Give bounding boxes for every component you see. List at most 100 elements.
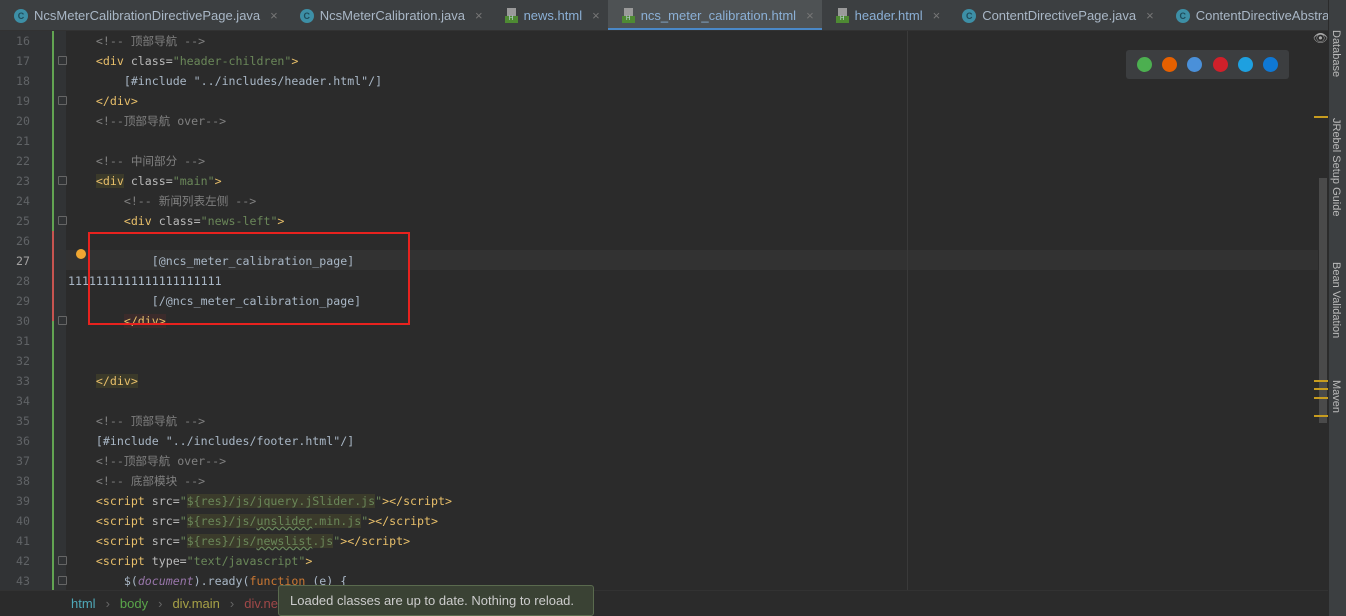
fold-marker-icon[interactable] [58,556,67,565]
code-token: .min.js [312,514,362,528]
tab-contentdirectivepage-java[interactable]: C ContentDirectivePage.java × [948,0,1162,30]
close-icon[interactable]: × [592,8,600,23]
tab-ncsmetercalibrationdirectivepage-java[interactable]: C NcsMeterCalibrationDirectivePage.java × [0,0,286,30]
tab-contentdirectiveabstract-java[interactable]: CContentDirectiveAbstract.java× [1162,0,1328,30]
code-token: <div [95,174,124,188]
tab-news-html[interactable]: news.html × [491,0,608,30]
close-icon[interactable]: × [933,8,941,23]
fold-marker-icon[interactable] [58,576,67,585]
tab-label: ContentDirectiveAbstract.java [1195,8,1328,23]
code-token: <!-- 顶部导航 --> [95,414,206,428]
eye-icon[interactable]: 👁 [1313,31,1328,45]
html-file-icon [621,8,635,23]
tab-label: header.html [854,8,923,23]
code-token: <!-- 中间部分 --> [95,154,206,168]
code-line: <script src="${res}/js/unslider.min.js">… [68,511,438,531]
right-tool-window-bar: Database JRebel Setup Guide Bean Validatio… [1328,0,1346,616]
breadcrumb-item[interactable]: div.main [172,596,219,611]
notification-text: Loaded classes are up to date. Nothing t… [290,593,575,608]
code-token: src= [151,514,180,528]
edge-icon[interactable] [1262,57,1278,72]
line-number: 34 [16,394,30,408]
code-token: class= [130,54,173,68]
tab-header-html[interactable]: header.html × [822,0,949,30]
line-number: 24 [16,194,30,208]
tool-window-maven[interactable]: Maven [1330,380,1342,413]
line-number: 26 [16,234,30,248]
opera-icon[interactable] [1212,57,1228,72]
code-token: <!--顶部导航 over--> [95,114,227,128]
code-token: "header-children" [172,54,292,68]
notification-toast[interactable]: Loaded classes are up to date. Nothing t… [278,585,594,616]
code-token: > [277,214,285,228]
tool-window-bean-validation[interactable]: Bean Validation [1330,262,1342,338]
close-icon[interactable]: × [475,8,483,23]
code-token: [#include "../includes/footer.html"/] [95,434,355,448]
breadcrumb-item[interactable]: html [71,596,96,611]
firefox-icon[interactable] [1162,57,1178,72]
line-number: 39 [16,494,30,508]
close-icon[interactable]: × [1146,8,1154,23]
warning-marker[interactable] [1314,116,1328,118]
line-number-gutter: 16 17 18 19 20 21 22 23 24 25 26 27 28 29 30 31 32 33 34 35… [0,31,66,590]
code-token: > [291,54,299,68]
code-token: src= [151,534,180,548]
code-token: ${res}/js/ [186,514,257,528]
tool-window-jrebel-setup-guide[interactable]: JRebel Setup Guide [1330,118,1342,216]
fold-marker-icon[interactable] [58,56,67,65]
code-token: ></script> [382,494,452,508]
code-token: </div> [95,94,138,108]
chevron-right-icon: › [158,596,163,611]
code-token: ${res}/js/jquery.jSlider.js [186,494,376,508]
lightbulb-icon[interactable] [76,249,86,259]
java-class-icon: C [299,8,314,23]
chrome-icon[interactable] [1137,57,1153,72]
breadcrumb-item[interactable]: div.ne [244,596,278,611]
tool-window-database[interactable]: Database [1330,30,1342,77]
tab-ncsmetercalibration-java[interactable]: C NcsMeterCalibration.java × [286,0,491,30]
line-number: 20 [16,114,30,128]
code-token: document [137,574,194,588]
line-number: 32 [16,354,30,368]
vertical-scrollbar[interactable] [1319,178,1327,423]
warning-marker[interactable] [1314,415,1328,417]
browser-preview-popup [1126,50,1289,79]
warning-marker[interactable] [1314,397,1328,399]
editor-tab-bar: C NcsMeterCalibrationDirectivePage.java × C… [0,0,1328,31]
code-line: <!-- 顶部导航 --> [68,411,205,431]
fold-marker-icon[interactable] [58,176,67,185]
warning-marker[interactable] [1314,388,1328,390]
fold-marker-icon[interactable] [58,216,67,225]
line-number: 23 [16,174,30,188]
line-number: 16 [16,34,30,48]
close-icon[interactable]: × [806,8,814,23]
code-token: type= [151,554,187,568]
code-token: <!-- 底部模块 --> [95,474,206,488]
java-class-icon: C [1175,8,1190,23]
tab-label: NcsMeterCalibration.java [319,8,465,23]
code-line: <!--顶部导航 over--> [68,451,226,471]
line-number: 21 [16,134,30,148]
tab-ncs_meter_calibration-html[interactable]: ncs_meter_calibration.html × [607,0,822,30]
ie-icon[interactable] [1237,57,1253,72]
fold-marker-icon[interactable] [58,96,67,105]
code-token: <div [95,54,131,68]
tab-label: ContentDirectivePage.java [982,8,1137,23]
html-file-icon [504,8,518,23]
warning-marker[interactable] [1314,380,1328,382]
breadcrumb-item[interactable]: body [120,596,148,611]
code-token: .js [312,534,334,548]
code-token: class= [123,174,173,188]
code-token: <script [95,554,152,568]
close-icon[interactable]: × [270,8,278,23]
fold-marker-icon[interactable] [58,316,67,325]
code-line: <!-- 顶部导航 --> [68,31,205,51]
safari-icon[interactable] [1187,57,1203,72]
line-number: 43 [16,574,30,588]
